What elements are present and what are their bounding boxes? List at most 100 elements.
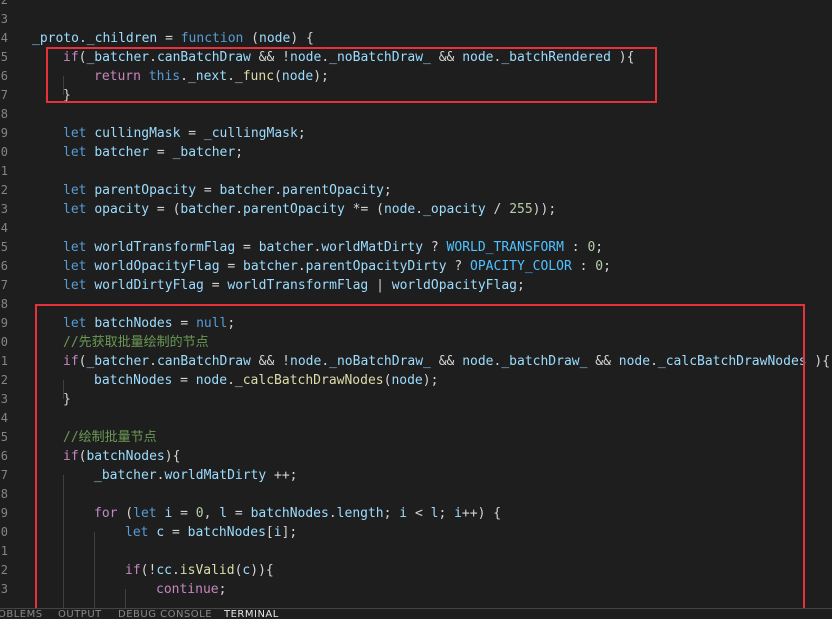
line-number: 3 [0,582,8,596]
line-number: 2 [0,0,8,7]
code-token: ; [383,183,392,198]
line-number: 0 [0,145,8,159]
code-token: let [63,259,87,274]
code-token: ; [297,126,306,141]
line-number: 8 [0,297,8,311]
line-number: 3 [0,392,8,406]
highlight-box [35,304,805,611]
code-token: worldOpacityFlag [391,278,517,293]
code-token: = [203,278,228,293]
code-token: let [63,240,87,255]
code-token: / [485,202,510,217]
code-line[interactable]: let worldOpacityFlag = batcher.parentOpa… [63,257,611,276]
code-token: let [63,202,87,217]
line-number: 5 [0,430,8,444]
line-number: 0 [0,335,8,349]
code-line[interactable]: let parentOpacity = batcher.parentOpacit… [63,181,392,200]
code-token: = [235,240,259,255]
code-line[interactable]: let cullingMask = _cullingMask; [63,124,306,143]
line-number: 4 [0,221,8,235]
code-token: ? [446,259,471,274]
code-token: ( [243,31,260,46]
line-number: 7 [0,278,8,292]
line-number: 4 [0,411,8,425]
code-token: = [180,126,204,141]
code-token: worldTransformFlag [227,278,369,293]
line-number: 8 [0,107,8,121]
code-token: worldMatDirty [321,240,424,255]
code-token: : [563,240,588,255]
code-line[interactable]: let batcher = _batcher; [63,143,243,162]
code-token: worldOpacityFlag [94,259,220,274]
code-token: node [259,31,291,46]
line-number: 9 [0,506,8,520]
code-line[interactable]: _proto._children = function (node) { [32,29,314,48]
line-number: 3 [0,202,8,216]
code-token: parentOpacity [282,183,384,198]
code-token: let [63,126,87,141]
code-token: = [219,259,244,274]
line-number: 4 [0,31,8,45]
line-number: 9 [0,126,8,140]
panel-tab-bar: OBLEMS OUTPUT DEBUG CONSOLE TERMINAL [0,608,832,619]
line-number: 5 [0,240,8,254]
code-token: )); [532,202,557,217]
code-token: function [180,31,244,46]
code-token: parentOpacity [94,183,197,198]
code-token: worldTransformFlag [94,240,236,255]
code-token: _proto. [32,31,87,46]
line-number: 1 [0,164,8,178]
line-number: 2 [0,183,8,197]
code-token: cullingMask [94,126,181,141]
code-token: ; [516,278,525,293]
line-number: 3 [0,12,8,26]
code-token: _batcher [172,145,236,160]
line-number: 5 [0,50,8,64]
code-token: let [63,278,87,293]
code-token: _cullingMask [203,126,298,141]
code-token: _opacity [423,202,486,217]
code-token: WORLD_TRANSFORM [446,240,564,255]
code-editor[interactable]: 2 3 4 5 6 7 8 9 0 1 2 3 4 5 6 7 8 9 0 1 2 3 4 5 6 7 8 9 0 1 2 3 _proto.… [0,0,832,611]
line-number: 2 [0,373,8,387]
line-number: 8 [0,487,8,501]
code-line[interactable]: let worldTransformFlag = batcher.worldMa… [63,238,603,257]
line-number: 1 [0,354,8,368]
code-token: . [297,259,306,274]
code-token: node [383,202,416,217]
code-token: let [63,145,87,160]
code-token: = [149,145,173,160]
code-token: *= ( [344,202,384,217]
line-number: 7 [0,468,8,482]
code-token: let [63,183,87,198]
line-number: 6 [0,259,8,273]
code-token: . [235,202,244,217]
code-token: 255 [509,202,533,217]
code-token: parentOpacityDirty [305,259,447,274]
line-number: 6 [0,449,8,463]
code-token: batcher [243,259,298,274]
code-token: 0 [595,259,604,274]
code-token: opacity [94,202,150,217]
line-number-gutter: 2 3 4 5 6 7 8 9 0 1 2 3 4 5 6 7 8 9 0 1 2 3 4 5 6 7 8 9 0 1 2 3 [0,0,22,608]
code-token: : [571,259,596,274]
line-number: 6 [0,69,8,83]
line-number: 2 [0,563,8,577]
code-token: ? [423,240,447,255]
code-token: . [274,183,283,198]
code-token: = [196,183,220,198]
code-token: batcher [219,183,275,198]
code-token: parentOpacity [243,202,345,217]
code-token: batcher [94,145,150,160]
line-number: 0 [0,525,8,539]
code-line[interactable]: let opacity = (batcher.parentOpacity *= … [63,200,556,219]
code-token: batcher [180,202,236,217]
highlight-box [46,47,657,103]
code-token: worldDirtyFlag [94,278,204,293]
code-token: = [157,31,181,46]
code-token: ; [235,145,244,160]
code-token: _children [86,31,158,46]
code-line[interactable]: let worldDirtyFlag = worldTransformFlag … [63,276,525,295]
code-token: ) { [290,31,314,46]
line-number: 7 [0,88,8,102]
